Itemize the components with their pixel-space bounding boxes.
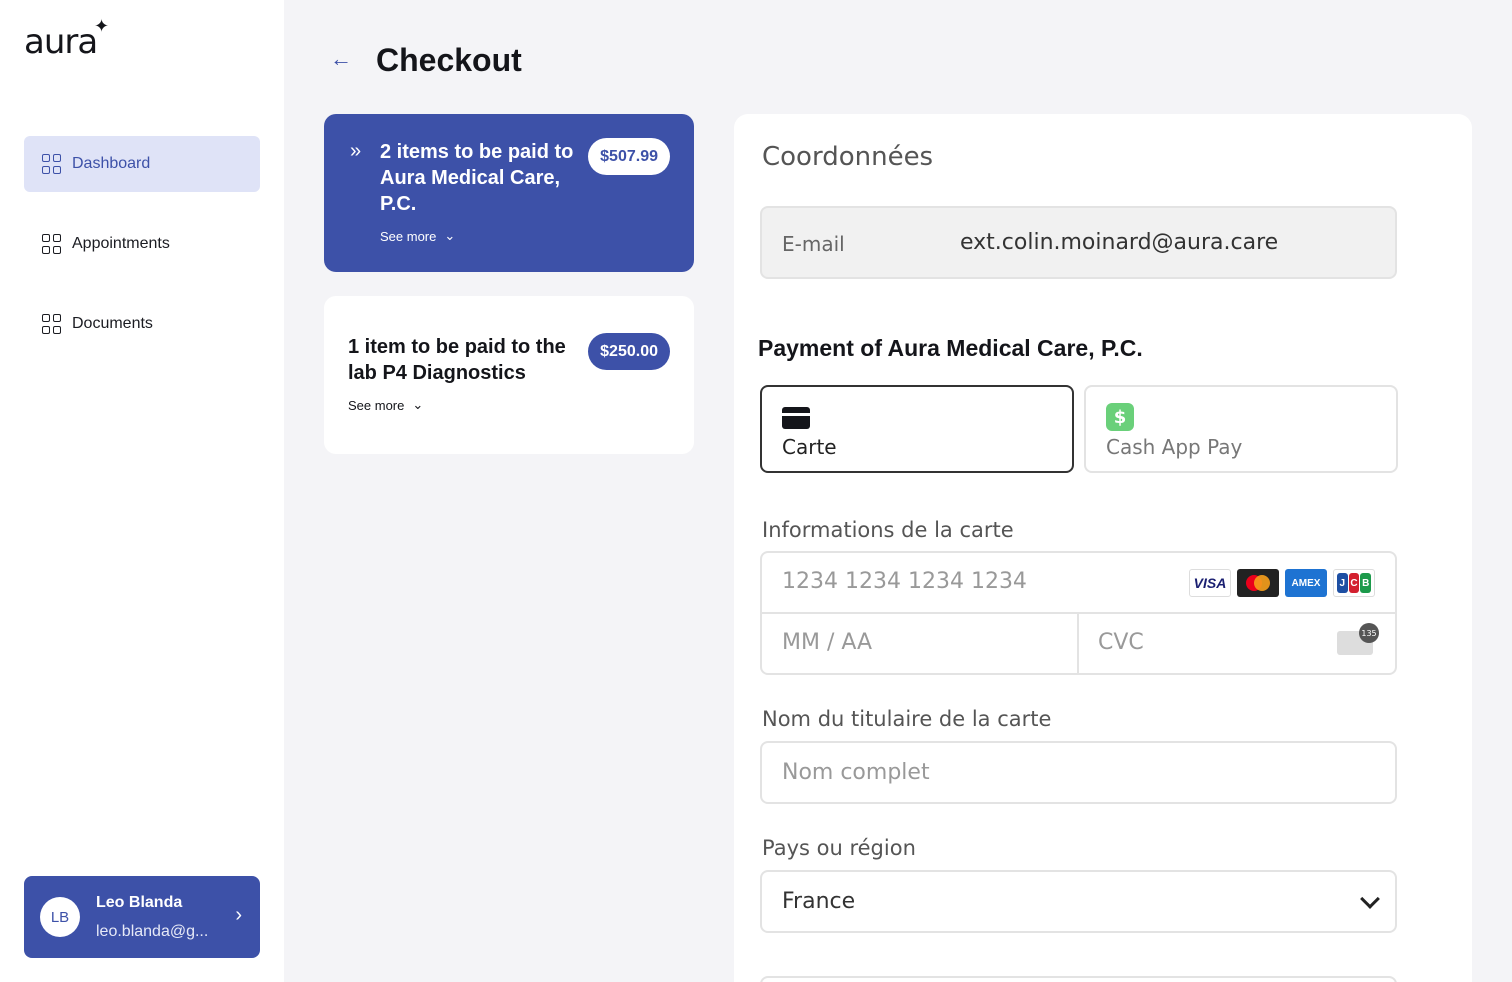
country-value: France — [782, 889, 856, 914]
grid-icon — [42, 314, 62, 334]
payment-method-label: Cash App Pay — [1106, 435, 1243, 459]
payment-group-title: 2 items to be paid to Aura Medical Care,… — [380, 141, 574, 215]
sparkle-icon: ✦ — [94, 16, 109, 37]
aura-logo[interactable]: aura ✦ — [24, 16, 109, 62]
nav-item-label: Documents — [72, 315, 153, 332]
card-number-input[interactable]: 1234 1234 1234 1234 — [782, 569, 1027, 594]
grid-icon — [42, 154, 62, 174]
country-select[interactable]: France — [760, 870, 1397, 933]
payment-method-label: Carte — [782, 435, 837, 459]
double-chevron-right-icon: » — [350, 140, 362, 162]
chevron-right-icon: › — [235, 904, 242, 926]
card-info-label: Informations de la carte — [762, 518, 1014, 542]
chevron-down-icon: ⌄ — [412, 397, 424, 412]
country-label: Pays ou région — [762, 836, 916, 860]
page-title: Checkout — [376, 42, 522, 78]
user-name: Leo Blanda — [96, 894, 183, 911]
chevron-down-icon — [1360, 889, 1380, 909]
see-more-label: See more — [348, 397, 405, 413]
cardholder-name-input[interactable]: Nom complet — [760, 741, 1397, 804]
amount-badge: $250.00 — [588, 333, 670, 370]
payment-title: Payment of Aura Medical Care, P.C. — [758, 335, 1143, 361]
nav-item-label: Appointments — [72, 235, 170, 252]
cash-app-icon: $ — [1106, 403, 1134, 431]
card-info-group: 1234 1234 1234 1234 VISA AMEX JCB MM / A… — [760, 551, 1397, 675]
see-more-label: See more — [380, 228, 437, 244]
nav-item-documents[interactable]: Documents — [24, 296, 260, 352]
payment-group-card-lab[interactable]: 1 item to be paid to the lab P4 Diagnost… — [324, 296, 694, 454]
cvc-card-icon — [1337, 623, 1379, 655]
next-input-field[interactable] — [760, 976, 1397, 982]
contact-section-title: Coordonnées — [762, 142, 934, 172]
email-label: E-mail — [782, 232, 845, 256]
avatar: LB — [40, 897, 80, 937]
jcb-icon: JCB — [1333, 569, 1375, 597]
nav-item-dashboard[interactable]: Dashboard — [24, 136, 260, 192]
chevron-down-icon: ⌄ — [444, 228, 456, 243]
amex-icon: AMEX — [1285, 569, 1327, 597]
cvc-input[interactable]: CVC — [1098, 630, 1144, 655]
payment-panel: Coordonnées E-mail ext.colin.moinard@aur… — [734, 114, 1472, 982]
payment-group-title: 1 item to be paid to the lab P4 Diagnost… — [348, 336, 566, 384]
payment-method-card[interactable]: Carte — [760, 385, 1074, 473]
credit-card-icon — [782, 407, 810, 429]
payment-method-cash-app[interactable]: $ Cash App Pay — [1084, 385, 1398, 473]
user-email: leo.blanda@g... — [96, 923, 209, 940]
amount-badge: $507.99 — [588, 138, 670, 175]
sidebar: aura ✦ Dashboard Appointments Documents … — [0, 0, 284, 982]
card-brands: VISA AMEX JCB — [1189, 569, 1375, 597]
grid-icon — [42, 234, 62, 254]
visa-icon: VISA — [1189, 569, 1231, 597]
nav-item-label: Dashboard — [72, 155, 151, 172]
cardholder-label: Nom du titulaire de la carte — [762, 707, 1052, 731]
see-more-button[interactable]: See more ⌄ — [380, 228, 455, 244]
email-value: ext.colin.moinard@aura.care — [960, 230, 1279, 255]
see-more-button[interactable]: See more ⌄ — [348, 397, 423, 413]
payment-group-card-aura[interactable]: » 2 items to be paid to Aura Medical Car… — [324, 114, 694, 272]
nav-item-appointments[interactable]: Appointments — [24, 216, 260, 272]
back-arrow-icon[interactable]: ← — [330, 46, 352, 72]
logo-text: aura — [24, 22, 98, 62]
divider — [1077, 614, 1079, 673]
mastercard-icon — [1237, 569, 1279, 597]
expiry-input[interactable]: MM / AA — [782, 630, 872, 655]
user-profile-card[interactable]: LB Leo Blanda leo.blanda@g... › — [24, 876, 260, 958]
email-field[interactable]: E-mail ext.colin.moinard@aura.care — [760, 206, 1397, 279]
